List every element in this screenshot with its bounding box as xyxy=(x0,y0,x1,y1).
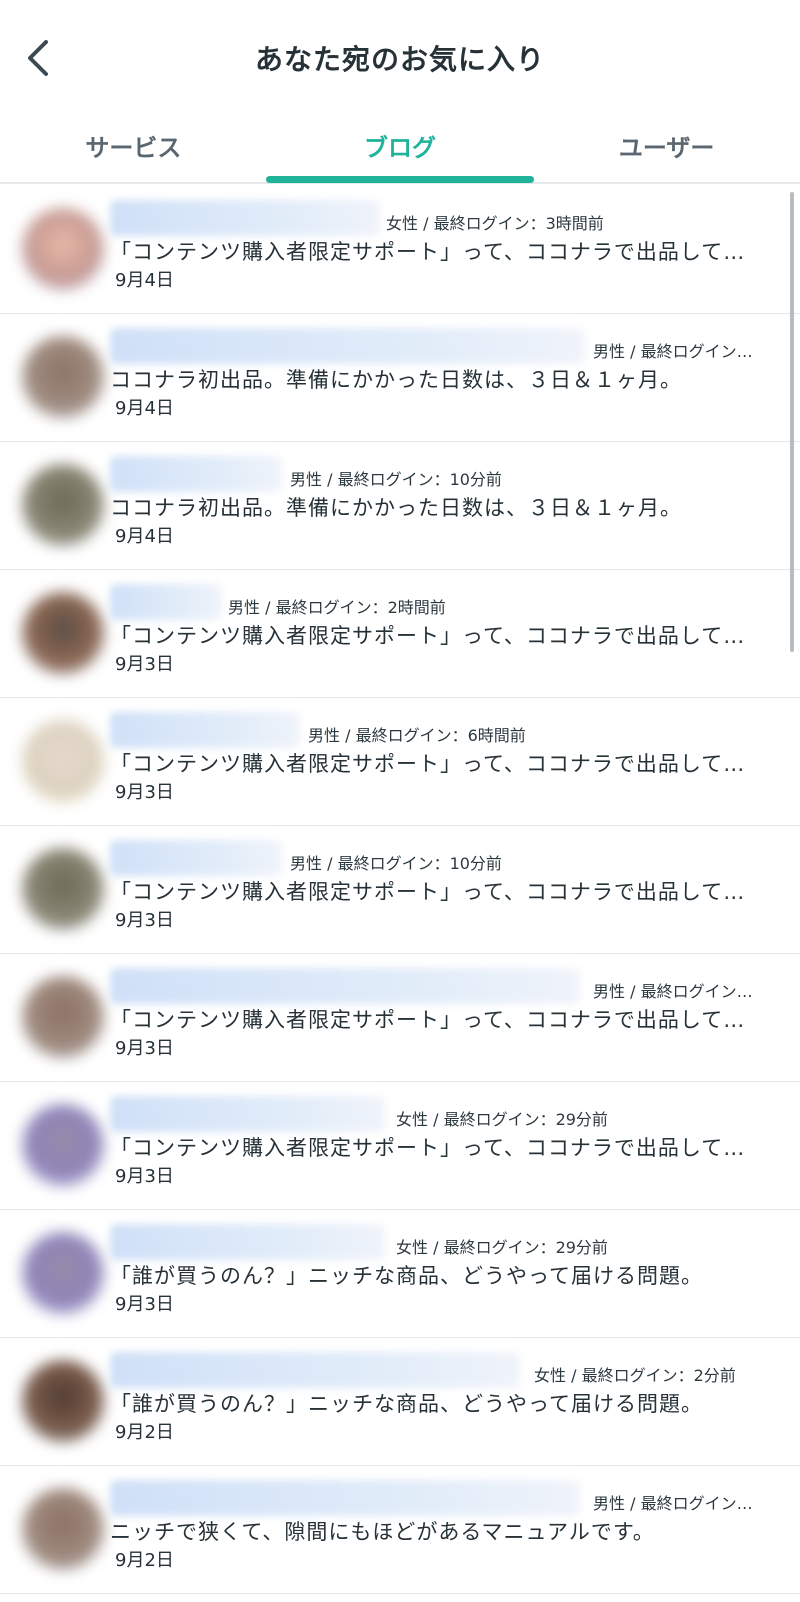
blog-title: ニッチで狭くて、隙間にもほどがあるマニュアルです。 xyxy=(110,1520,655,1544)
page-title: あなた宛のお気に入り xyxy=(254,43,545,76)
scrollbar[interactable] xyxy=(790,192,794,652)
avatar xyxy=(22,1104,104,1186)
user-meta: 女性 / 最終ログイン：3時間前 xyxy=(386,214,604,233)
post-date: 9月3日 xyxy=(115,1038,174,1059)
blog-title: 「コンテンツ購入者限定サポート」って、ココナラで出品して… xyxy=(110,1136,746,1160)
user-name xyxy=(110,1224,385,1260)
post-date: 9月3日 xyxy=(115,910,174,931)
post-date: 9月4日 xyxy=(115,270,174,291)
list-item[interactable]: 男性 / 最終ログイン… 「コンテンツ購入者限定サポート」って、ココナラで出品し… xyxy=(0,954,800,1082)
avatar xyxy=(22,592,104,674)
tab-services[interactable]: サービス xyxy=(0,108,267,182)
avatar xyxy=(22,720,104,802)
user-meta: 女性 / 最終ログイン：29分前 xyxy=(396,1238,608,1257)
list-item[interactable]: 女性 / 最終ログイン：3時間前 「コンテンツ購入者限定サポート」って、ココナラ… xyxy=(0,186,800,314)
avatar xyxy=(22,208,104,290)
post-date: 9月4日 xyxy=(115,398,174,419)
list-item[interactable]: 男性 / 最終ログイン：10分前 ココナラ初出品。準備にかかった日数は、３日＆１… xyxy=(0,442,800,570)
post-date: 9月3日 xyxy=(115,782,174,803)
tab-blog[interactable]: ブログ xyxy=(267,108,534,182)
avatar xyxy=(22,848,104,930)
user-name xyxy=(110,840,282,876)
user-name xyxy=(110,200,380,236)
post-date: 9月3日 xyxy=(115,1294,174,1315)
user-name xyxy=(110,328,585,364)
user-name xyxy=(110,584,222,620)
user-meta: 男性 / 最終ログイン：10分前 xyxy=(290,854,502,873)
list-item[interactable]: 女性 / 最終ログイン：29分前 「誰が買うのん？」ニッチな商品、どうやって届け… xyxy=(0,1210,800,1338)
avatar xyxy=(22,976,104,1058)
favorites-list: 女性 / 最終ログイン：3時間前 「コンテンツ購入者限定サポート」って、ココナラ… xyxy=(0,186,800,1594)
user-meta: 男性 / 最終ログイン：2時間前 xyxy=(228,598,446,617)
user-name xyxy=(110,1480,580,1516)
avatar xyxy=(22,1488,104,1570)
avatar xyxy=(22,336,104,418)
user-meta: 女性 / 最終ログイン：29分前 xyxy=(396,1110,608,1129)
avatar xyxy=(22,464,104,546)
list-item[interactable]: 男性 / 最終ログイン… ニッチで狭くて、隙間にもほどがあるマニュアルです。 9… xyxy=(0,1466,800,1594)
list-item[interactable]: 男性 / 最終ログイン：6時間前 「コンテンツ購入者限定サポート」って、ココナラ… xyxy=(0,698,800,826)
blog-title: 「コンテンツ購入者限定サポート」って、ココナラで出品して… xyxy=(110,880,746,904)
list-item[interactable]: 男性 / 最終ログイン：10分前 「コンテンツ購入者限定サポート」って、ココナラ… xyxy=(0,826,800,954)
user-meta: 男性 / 最終ログイン… xyxy=(593,982,753,1001)
user-name xyxy=(110,1352,520,1388)
post-date: 9月2日 xyxy=(115,1422,174,1443)
blog-title: 「コンテンツ購入者限定サポート」って、ココナラで出品して… xyxy=(110,240,746,264)
user-name xyxy=(110,968,580,1004)
tab-users[interactable]: ユーザー xyxy=(533,108,800,182)
blog-title: 「コンテンツ購入者限定サポート」って、ココナラで出品して… xyxy=(110,752,746,776)
blog-title: 「誰が買うのん？」ニッチな商品、どうやって届ける問題。 xyxy=(110,1264,703,1288)
active-tab-indicator xyxy=(266,176,534,183)
list-item[interactable]: 男性 / 最終ログイン：2時間前 「コンテンツ購入者限定サポート」って、ココナラ… xyxy=(0,570,800,698)
app-header: あなた宛のお気に入り xyxy=(0,0,800,108)
blog-title: 「誰が買うのん？」ニッチな商品、どうやって届ける問題。 xyxy=(110,1392,703,1416)
post-date: 9月4日 xyxy=(115,526,174,547)
post-date: 9月3日 xyxy=(115,1166,174,1187)
list-item[interactable]: 女性 / 最終ログイン：2分前 「誰が買うのん？」ニッチな商品、どうやって届ける… xyxy=(0,1338,800,1466)
avatar xyxy=(22,1232,104,1314)
blog-title: 「コンテンツ購入者限定サポート」って、ココナラで出品して… xyxy=(110,624,746,648)
user-meta: 男性 / 最終ログイン… xyxy=(593,342,753,361)
user-meta: 男性 / 最終ログイン：10分前 xyxy=(290,470,502,489)
avatar xyxy=(22,1360,104,1442)
post-date: 9月3日 xyxy=(115,654,174,675)
blog-title: 「コンテンツ購入者限定サポート」って、ココナラで出品して… xyxy=(110,1008,746,1032)
user-name xyxy=(110,456,282,492)
blog-title: ココナラ初出品。準備にかかった日数は、３日＆１ヶ月。 xyxy=(110,368,682,392)
user-name xyxy=(110,712,300,748)
list-item[interactable]: 男性 / 最終ログイン… ココナラ初出品。準備にかかった日数は、３日＆１ヶ月。 … xyxy=(0,314,800,442)
post-date: 9月2日 xyxy=(115,1550,174,1571)
user-name xyxy=(110,1096,385,1132)
user-meta: 男性 / 最終ログイン… xyxy=(593,1494,753,1513)
list-item[interactable]: 女性 / 最終ログイン：29分前 「コンテンツ購入者限定サポート」って、ココナラ… xyxy=(0,1082,800,1210)
user-meta: 女性 / 最終ログイン：2分前 xyxy=(534,1366,736,1385)
user-meta: 男性 / 最終ログイン：6時間前 xyxy=(308,726,526,745)
tab-bar: サービス ブログ ユーザー xyxy=(0,108,800,184)
blog-title: ココナラ初出品。準備にかかった日数は、３日＆１ヶ月。 xyxy=(110,496,682,520)
